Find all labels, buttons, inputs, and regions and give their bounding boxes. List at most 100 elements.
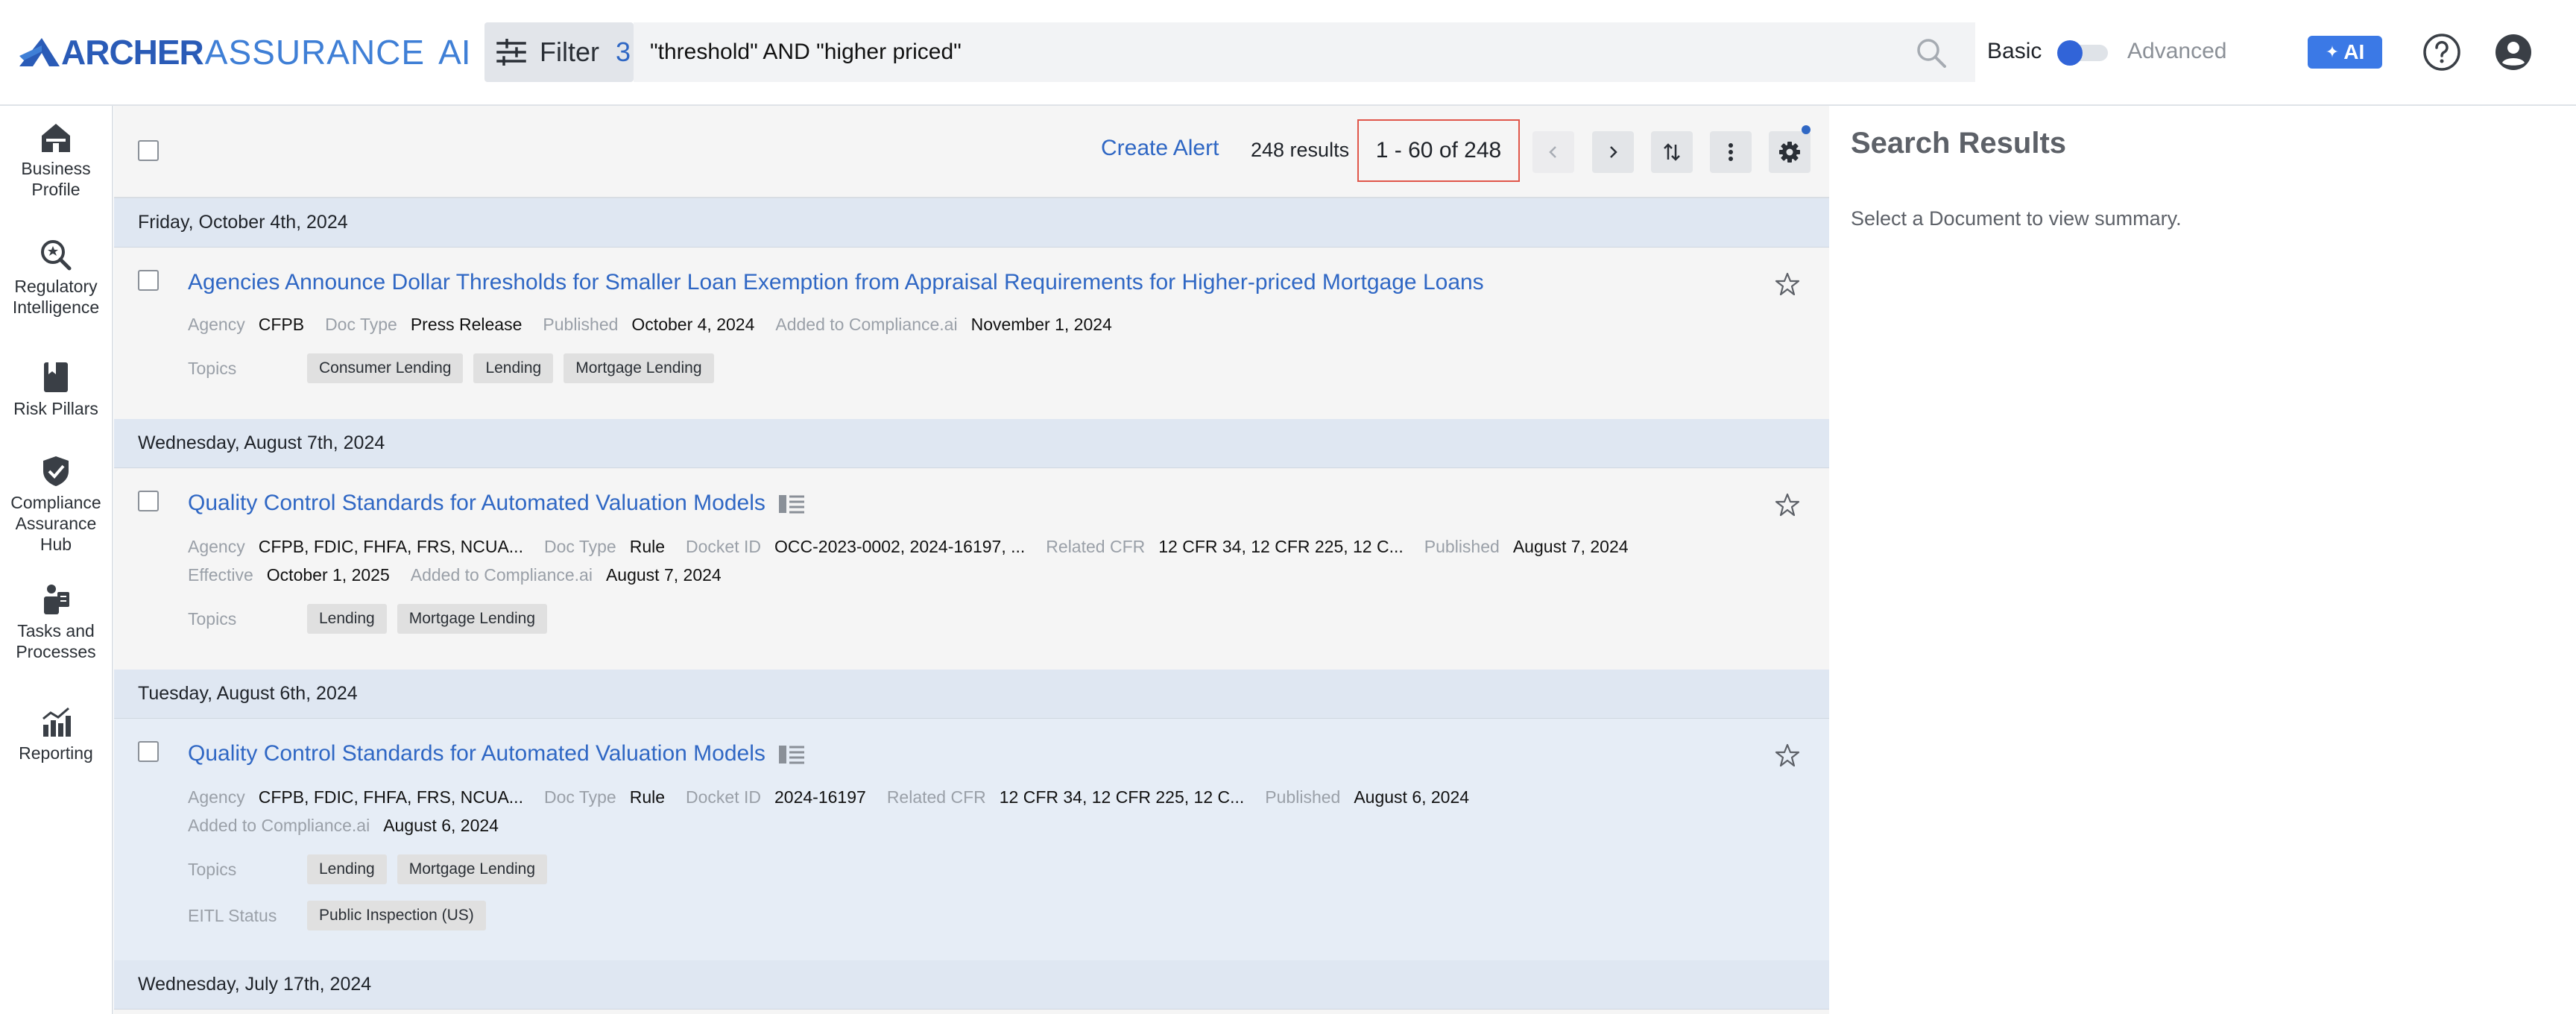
nav-label: Assurance [15,514,97,533]
nav-regulatory-intelligence[interactable]: Regulatory Intelligence [0,239,112,318]
meta-key: Agency [188,537,245,556]
nav-label: Profile [31,180,80,199]
star-icon[interactable] [1775,271,1800,297]
date-group-header: Friday, October 4th, 2024 [114,198,1829,248]
left-nav-sidebar: Business Profile Regulatory Intelligence… [0,106,113,1014]
logo-text-archer: ARCHER [61,33,204,72]
topic-chip[interactable]: Lending [473,353,554,383]
search-input[interactable] [650,40,1880,65]
user-account-icon[interactable] [2494,33,2533,72]
result-checkbox[interactable] [138,270,159,291]
meta-value: November 1, 2024 [970,315,1112,334]
meta-key: Added to Compliance.ai [410,565,593,585]
topics-label: Topics [188,859,237,879]
archer-logo-mark-icon [19,38,60,66]
document-summary-panel: Search Results Select a Document to view… [1830,106,2576,1014]
document-summary-icon[interactable] [778,494,805,514]
nav-label: Processes [16,642,96,661]
basic-mode-label[interactable]: Basic [1987,39,2042,64]
nav-business-profile[interactable]: Business Profile [0,122,112,200]
search-icon[interactable] [1916,37,1947,69]
help-icon[interactable] [2422,33,2461,72]
topic-chip[interactable]: Consumer Lending [307,353,464,383]
topics-label: Topics [188,358,237,378]
eitl-status-row: EITL Status Public Inspection (US) [188,901,496,930]
topic-chip[interactable]: Lending [307,604,387,634]
result-title-link[interactable]: Agencies Announce Dollar Thresholds for … [188,270,1484,295]
settings-button[interactable] [1769,131,1811,173]
star-icon[interactable] [1775,492,1800,517]
meta-key: Doc Type [325,315,397,334]
sort-button[interactable] [1651,131,1693,173]
result-checkbox[interactable] [138,491,159,511]
document-summary-icon[interactable] [778,744,805,765]
result-count: 248 results [1251,139,1350,161]
result-checkbox[interactable] [138,741,159,762]
meta-value: August 7, 2024 [605,565,722,585]
regulatory-search-icon [41,240,72,271]
meta-value: CFPB, FDIC, FHFA, FRS, NCUA... [258,787,523,807]
result-title-link[interactable]: Quality Control Standards for Automated … [188,491,765,516]
topic-chip[interactable]: Mortgage Lending [564,353,714,383]
topics-label: Topics [188,608,237,629]
prev-page-button[interactable] [1532,131,1574,173]
advanced-mode-label[interactable]: Advanced [2127,39,2226,64]
filter-sliders-icon [496,39,526,66]
meta-key: Effective [188,565,253,585]
create-alert-link[interactable]: Create Alert [1101,136,1219,161]
topics-row: Topics Consumer Lending Lending Mortgage… [188,353,724,383]
nav-label: Business [21,159,91,178]
topic-chip[interactable]: Mortgage Lending [397,604,548,634]
meta-key: Agency [188,315,245,334]
nav-tasks-and-processes[interactable]: Tasks and Processes [0,583,112,662]
meta-key: Related CFR [886,787,986,807]
result-meta-row: Agency CFPB Doc Type Press Release Publish… [188,315,1133,335]
topic-chip[interactable]: Mortgage Lending [397,854,548,884]
top-header: ARCHER ASSURANCE AI Filter 3 Basic Advan… [0,0,2576,106]
meta-value: Rule [629,787,666,807]
search-mode-toggle[interactable] [2054,39,2111,66]
gear-icon [1779,142,1800,163]
result-card[interactable]: Agencies Announce Dollar Thresholds for … [114,248,1829,422]
search-results-list: Create Alert 248 results 1 - 60 of 248 F… [114,106,1829,1014]
settings-notification-dot [1802,125,1811,134]
meta-value: October 4, 2024 [631,315,755,334]
more-options-button[interactable] [1710,131,1752,173]
result-card-selected[interactable]: Quality Control Standards for Automated … [114,719,1829,962]
meta-value: August 6, 2024 [1354,787,1470,807]
meta-value: Rule [629,537,666,556]
meta-key: Docket ID [686,787,762,807]
meta-key: Docket ID [686,537,762,556]
result-title-link[interactable]: Quality Control Standards for Automated … [188,741,765,766]
nav-risk-pillars[interactable]: Risk Pillars [0,361,112,419]
sparkle-icon: ✦ [2325,42,2340,61]
topic-chip[interactable]: Lending [307,854,387,884]
nav-reporting[interactable]: Reporting [0,707,112,763]
sort-arrows-icon [1664,143,1680,161]
select-all-checkbox[interactable] [138,140,159,161]
star-icon[interactable] [1775,743,1800,768]
meta-key: Related CFR [1046,537,1146,556]
meta-key: Agency [188,787,245,807]
nav-label: Reporting [19,743,93,763]
nav-compliance-assurance-hub[interactable]: Compliance Assurance Hub [0,455,112,555]
nav-label: Risk Pillars [13,399,98,418]
business-profile-icon [42,124,70,152]
result-card[interactable]: Quality Control Standards for Automated … [114,468,1829,671]
meta-value: Press Release [410,315,523,334]
meta-key: Published [543,315,619,334]
meta-value: August 6, 2024 [383,816,499,835]
risk-pillars-icon [44,362,68,392]
ai-button[interactable]: ✦ AI [2308,36,2382,69]
next-page-button[interactable] [1592,131,1634,173]
result-meta-row: Agency CFPB, FDIC, FHFA, FRS, NCUA... Doc… [188,787,1490,807]
tasks-icon [44,585,69,614]
archer-logo[interactable]: ARCHER ASSURANCE AI [19,33,471,72]
meta-value: 12 CFR 34, 12 CFR 225, 12 C... [999,787,1245,807]
meta-value: October 1, 2025 [266,565,390,585]
page-range-indicator[interactable]: 1 - 60 of 248 [1357,119,1520,182]
eitl-status-chip[interactable]: Public Inspection (US) [307,901,486,930]
summary-panel-title: Search Results [1851,127,2067,160]
filter-count-badge: 3 [616,37,631,67]
filter-button[interactable]: Filter 3 [484,22,634,82]
